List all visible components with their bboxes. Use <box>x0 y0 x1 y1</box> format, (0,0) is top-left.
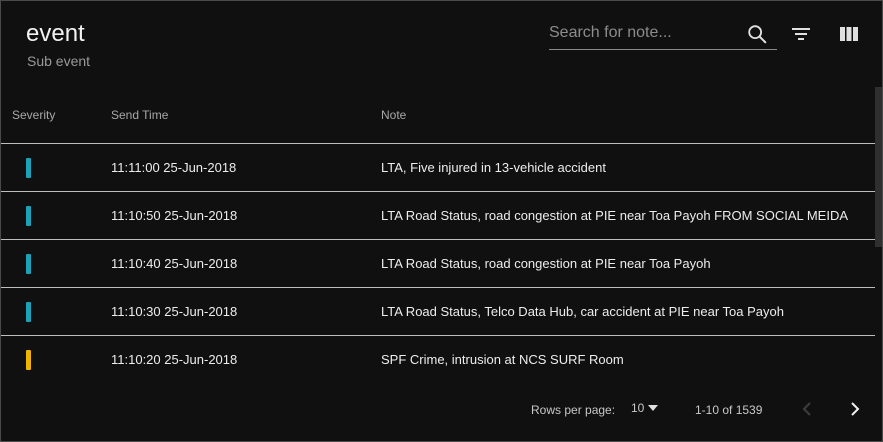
send-time-cell: 11:10:50 25-Jun-2018 <box>111 208 238 223</box>
table-scrollbar[interactable] <box>875 87 882 247</box>
severity-indicator <box>26 158 31 178</box>
column-header-send-time[interactable]: Send Time <box>111 108 168 122</box>
rows-per-page-label: Rows per page: <box>531 403 616 417</box>
severity-indicator <box>26 254 31 274</box>
table-row[interactable]: 11:10:30 25-Jun-2018 LTA Road Status, Te… <box>1 288 875 336</box>
chevron-left-icon[interactable] <box>799 400 815 418</box>
search-icon[interactable] <box>746 23 768 45</box>
table-row[interactable]: 11:11:00 25-Jun-2018 LTA, Five injured i… <box>1 144 875 192</box>
table-row[interactable]: 11:10:40 25-Jun-2018 LTA Road Status, ro… <box>1 240 875 288</box>
note-cell: LTA, Five injured in 13-vehicle accident <box>381 160 606 175</box>
note-cell: LTA Road Status, road congestion at PIE … <box>381 208 849 223</box>
table-row[interactable]: 11:10:50 25-Jun-2018 LTA Road Status, ro… <box>1 192 875 240</box>
filter-icon[interactable] <box>790 25 812 43</box>
send-time-cell: 11:11:00 25-Jun-2018 <box>111 160 237 175</box>
severity-indicator <box>26 350 31 370</box>
event-panel: event Sub event Severity Send Time Note … <box>0 0 883 442</box>
view-columns-icon[interactable] <box>839 26 859 42</box>
send-time-cell: 11:10:20 25-Jun-2018 <box>111 352 238 367</box>
page-title: event <box>26 20 85 47</box>
event-table: Severity Send Time Note 11:11:00 25-Jun-… <box>1 87 875 383</box>
column-header-severity[interactable]: Severity <box>12 108 55 122</box>
rows-per-page-value: 10 <box>631 401 645 415</box>
search-input[interactable] <box>549 19 739 47</box>
page-subtitle: Sub event <box>27 53 91 69</box>
severity-indicator <box>26 206 31 226</box>
search-field <box>549 19 777 50</box>
severity-indicator <box>26 302 31 322</box>
note-cell: LTA Road Status, Telco Data Hub, car acc… <box>381 304 784 319</box>
note-cell: LTA Road Status, road congestion at PIE … <box>381 256 711 271</box>
table-header: Severity Send Time Note <box>1 87 875 144</box>
table-row[interactable]: 11:10:20 25-Jun-2018 SPF Crime, intrusio… <box>1 336 875 383</box>
arrow-drop-down-icon <box>648 405 659 411</box>
note-cell: SPF Crime, intrusion at NCS SURF Room <box>381 352 624 367</box>
column-header-note[interactable]: Note <box>381 108 406 122</box>
chevron-right-icon[interactable] <box>847 400 863 418</box>
pagination-range: 1-10 of 1539 <box>695 403 763 417</box>
pagination-footer: Rows per page: 10 1-10 of 1539 <box>1 389 882 431</box>
rows-per-page-select[interactable]: 10 <box>631 401 659 415</box>
send-time-cell: 11:10:30 25-Jun-2018 <box>111 304 238 319</box>
send-time-cell: 11:10:40 25-Jun-2018 <box>111 256 238 271</box>
